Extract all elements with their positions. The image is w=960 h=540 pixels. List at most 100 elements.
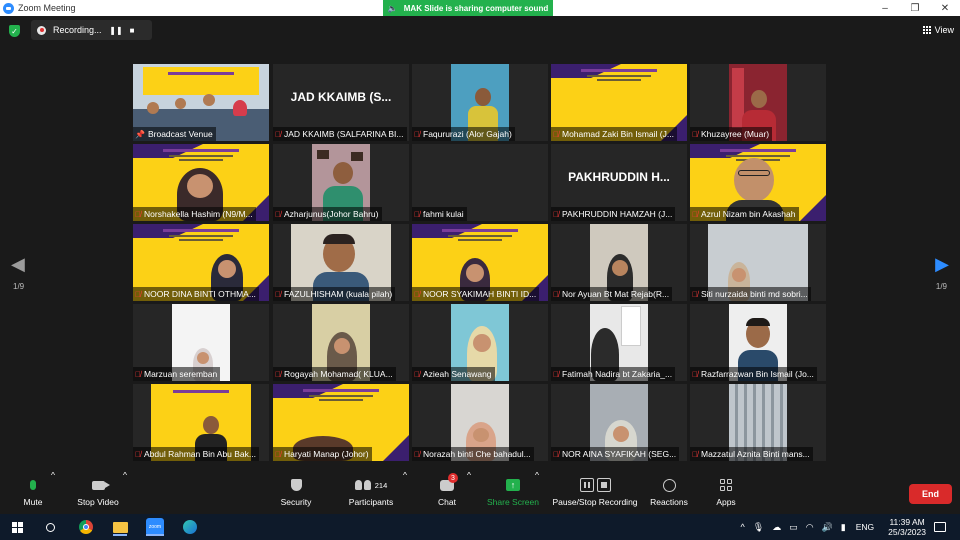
pin-icon: 📌 xyxy=(135,129,145,139)
video-tile[interactable]: 🎙̸ FAZULHISHAM (kuala pilah) xyxy=(273,224,409,301)
muted-mic-icon: 🎙̸ xyxy=(692,449,698,459)
pause-recording-button[interactable]: ❚❚ xyxy=(108,26,124,35)
zoom-logo-icon xyxy=(3,2,14,14)
video-tile[interactable]: 🎙̸ NOR AINA SYAFIKAH (SEG... xyxy=(551,384,687,461)
reactions-button[interactable]: Reactions xyxy=(650,470,688,514)
share-screen-button[interactable]: ↑ Share Screen xyxy=(486,470,540,514)
chat-options-caret[interactable]: ^ xyxy=(467,470,471,480)
pause-stop-recording-button[interactable]: Pause/Stop Recording xyxy=(552,470,638,514)
mute-button[interactable]: Mute xyxy=(16,470,50,514)
view-button[interactable]: View xyxy=(922,25,954,35)
muted-mic-icon: 🎙̸ xyxy=(692,129,698,139)
restore-button[interactable]: ❐ xyxy=(900,0,930,16)
participant-nameplate: 📌 Broadcast Venue xyxy=(133,127,216,141)
search-button[interactable] xyxy=(41,518,59,536)
video-tile[interactable]: 🎙̸ Siti nurzaida binti md sobri... xyxy=(690,224,826,301)
start-button[interactable] xyxy=(8,518,26,536)
video-tile[interactable]: 🎙̸ NOOR DINA BINTI OTHMA... xyxy=(133,224,269,301)
stop-video-label: Stop Video xyxy=(77,497,119,507)
windows-logo-icon xyxy=(11,521,23,533)
video-tile[interactable]: 🎙̸ Razfarrazwan Bin Ismail (Jo... xyxy=(690,304,826,381)
participant-nameplate: 🎙̸ Nor Ayuan Bt Mat Rejab(R... xyxy=(551,287,673,301)
encryption-shield-icon[interactable]: ✓ xyxy=(9,25,20,37)
video-tile[interactable]: 🎙̸ Mohamad Zaki Bin Ismail (J... xyxy=(551,64,687,141)
chat-button[interactable]: 3 Chat xyxy=(432,470,462,514)
tray-volume-icon[interactable]: 🔊 xyxy=(822,522,833,533)
video-tile[interactable]: 🎙̸ Norazah binti Che bahadul... xyxy=(412,384,548,461)
audio-options-caret[interactable]: ^ xyxy=(51,470,55,480)
participant-nameplate: 🎙̸ Faqururazi (Alor Gajah) xyxy=(412,127,515,141)
taskbar-chrome[interactable] xyxy=(77,518,95,536)
video-tile[interactable]: 🎙̸ Abdul Rahman Bin Abu Bak... xyxy=(133,384,269,461)
taskbar-edge[interactable] xyxy=(181,518,199,536)
security-button[interactable]: Security xyxy=(276,470,316,514)
participant-nameplate: 🎙̸ Azrul Nizam bin Akashah xyxy=(690,207,799,221)
previous-page-arrow-icon[interactable]: ◀ xyxy=(11,254,25,275)
video-tile[interactable]: 🎙̸ Marzuan seremban xyxy=(133,304,269,381)
video-tile[interactable]: JAD KKAIMB (S... 🎙̸ JAD KKAIMB (SALFARIN… xyxy=(273,64,409,141)
clock-date: 25/3/2023 xyxy=(888,527,926,537)
video-tile[interactable]: 🎙̸ Rogayah Mohamad( KLUA... xyxy=(273,304,409,381)
language-indicator[interactable]: ENG xyxy=(856,522,874,532)
chat-label: Chat xyxy=(438,497,456,507)
stop-video-button[interactable]: Stop Video xyxy=(74,470,122,514)
participant-nameplate: 🎙̸ Norazah binti Che bahadul... xyxy=(412,447,534,461)
stop-recording-button[interactable]: ■ xyxy=(124,26,140,35)
tray-battery-icon[interactable]: ▮ xyxy=(841,522,846,533)
participants-icon xyxy=(354,480,371,490)
video-tile[interactable]: 🎙̸ Azharjunus(Johor Bahru) xyxy=(273,144,409,221)
video-tile[interactable]: 📌 Broadcast Venue xyxy=(133,64,269,141)
participant-name: Khuzayree (Muar) xyxy=(701,129,770,139)
participant-name: Azharjunus(Johor Bahru) xyxy=(284,209,379,219)
video-tile[interactable]: 🎙̸ fahmi kulai xyxy=(412,144,548,221)
reactions-label: Reactions xyxy=(650,497,688,507)
participant-nameplate: 🎙̸ Siti nurzaida binti md sobri... xyxy=(690,287,811,301)
video-tile[interactable]: 🎙̸ Azieah Senawang xyxy=(412,304,548,381)
video-tile[interactable]: 🎙̸ NOOR SYAKIMAH BINTI ID... xyxy=(412,224,548,301)
sharing-audio-banner[interactable]: 🔈 MAK Slide is sharing computer sound xyxy=(383,0,553,16)
minimize-button[interactable]: – xyxy=(870,0,900,16)
participants-options-caret[interactable]: ^ xyxy=(403,470,407,480)
speaker-icon: 🔈 xyxy=(387,3,398,13)
taskbar-zoom[interactable]: zoom xyxy=(146,518,164,536)
video-tile[interactable]: 🎙̸ Khuzayree (Muar) xyxy=(690,64,826,141)
video-tile[interactable]: 🎙̸ Haryati Manap (Johor) xyxy=(273,384,409,461)
tray-device-icon[interactable]: ▭ xyxy=(789,522,798,533)
muted-mic-icon: 🎙̸ xyxy=(135,449,141,459)
taskbar-file-explorer[interactable] xyxy=(111,518,129,536)
participant-name: NOR AINA SYAFIKAH (SEG... xyxy=(562,449,677,459)
notifications-icon[interactable] xyxy=(934,522,946,532)
muted-mic-icon: 🎙̸ xyxy=(414,449,420,459)
video-tile[interactable]: 🎙̸ Nor Ayuan Bt Mat Rejab(R... xyxy=(551,224,687,301)
taskbar-clock[interactable]: 11:39 AM 25/3/2023 xyxy=(888,517,926,537)
video-tile[interactable]: PAKHRUDDIN H... 🎙̸ PAKHRUDDIN HAMZAH (J.… xyxy=(551,144,687,221)
share-options-caret[interactable]: ^ xyxy=(535,470,539,480)
tray-wifi-icon[interactable]: ◠ xyxy=(806,522,814,533)
tray-overflow-caret[interactable]: ^ xyxy=(741,522,745,532)
share-screen-icon: ↑ xyxy=(506,479,520,491)
video-tile[interactable]: 🎙̸ Azrul Nizam bin Akashah xyxy=(690,144,826,221)
participant-nameplate: 🎙̸ Fatimah Nadira bt Zakaria_... xyxy=(551,367,676,381)
tray-onedrive-icon[interactable]: ☁ xyxy=(772,522,781,533)
end-meeting-button[interactable]: End xyxy=(909,484,952,504)
participants-label: Participants xyxy=(348,497,394,507)
video-tile[interactable]: 🎙̸ Fatimah Nadira bt Zakaria_... xyxy=(551,304,687,381)
participants-button[interactable]: 214 Participants xyxy=(344,470,398,514)
tray-microphone-icon[interactable]: 🎙 xyxy=(753,522,764,533)
participant-name: Haryati Manap (Johor) xyxy=(284,449,369,459)
sharing-audio-text: MAK Slide is sharing computer sound xyxy=(403,3,549,13)
video-options-caret[interactable]: ^ xyxy=(123,470,127,480)
page-indicator-right: 1/9 xyxy=(935,282,947,291)
close-window-button[interactable]: ✕ xyxy=(930,0,960,16)
video-tile[interactable]: 🎙̸ Norshakella Hashim (N9/M... xyxy=(133,144,269,221)
smiley-icon xyxy=(662,478,676,492)
apps-button[interactable]: Apps xyxy=(712,470,740,514)
search-icon xyxy=(45,522,55,532)
next-page-arrow-icon[interactable]: ▶ xyxy=(935,254,949,275)
video-tile[interactable]: 🎙̸ Faqururazi (Alor Gajah) xyxy=(412,64,548,141)
participant-name: FAZULHISHAM (kuala pilah) xyxy=(284,289,393,299)
microphone-icon xyxy=(30,480,36,490)
video-tile[interactable]: 🎙̸ Mazzatul Aznita Binti mans... xyxy=(690,384,826,461)
muted-mic-icon: 🎙̸ xyxy=(692,209,698,219)
participant-nameplate: 🎙̸ Rogayah Mohamad( KLUA... xyxy=(273,367,396,381)
